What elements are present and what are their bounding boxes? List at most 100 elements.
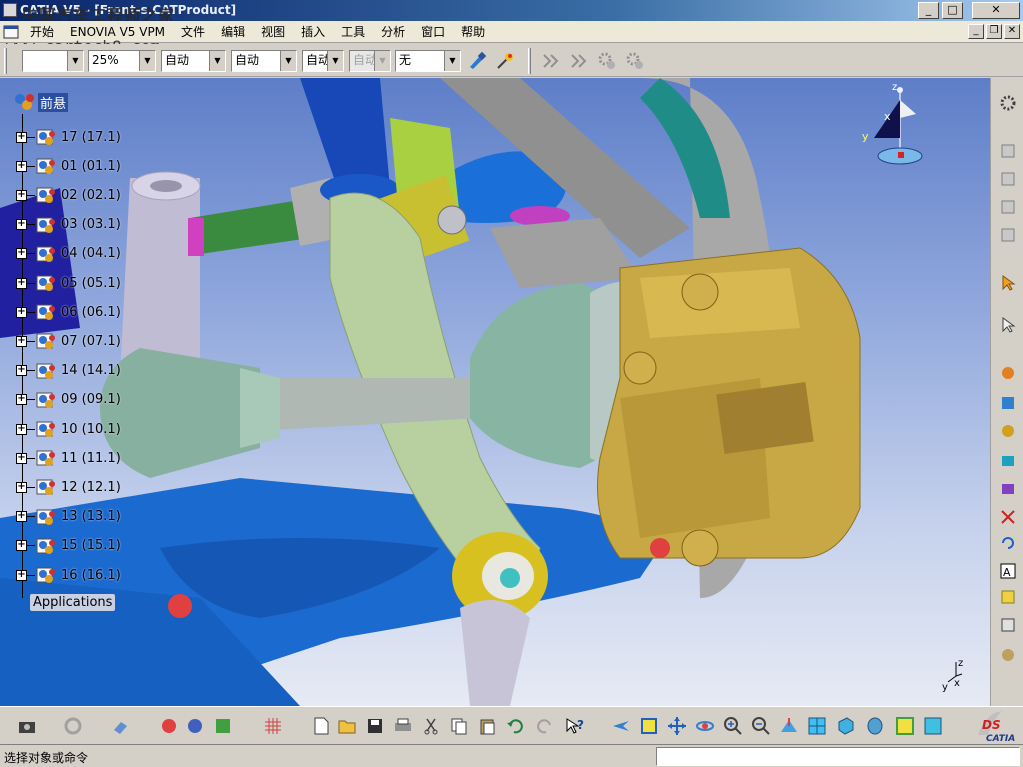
menu-item[interactable]: 编辑 bbox=[213, 24, 253, 40]
new-file-icon[interactable] bbox=[310, 715, 332, 737]
gear-assembly-icon[interactable] bbox=[997, 92, 1019, 114]
sphere-material-icon[interactable] bbox=[184, 715, 206, 737]
fit-all-icon[interactable] bbox=[638, 715, 660, 737]
tree-node[interactable]: +13 (13.1) bbox=[16, 506, 121, 528]
save-icon[interactable] bbox=[364, 715, 386, 737]
menu-item[interactable]: 视图 bbox=[253, 24, 293, 40]
annotation-icon[interactable]: A bbox=[997, 560, 1019, 582]
exploded-view-icon[interactable] bbox=[997, 644, 1019, 666]
tree-node[interactable]: +04 (04.1) bbox=[16, 243, 121, 265]
undo-icon[interactable] bbox=[504, 715, 526, 737]
3d-viewport[interactable]: 前悬 +17 (17.1) +01 (01.1) +02 (02.1) +03 (03… bbox=[0, 78, 990, 706]
expand-plus-icon[interactable]: + bbox=[16, 248, 27, 260]
expand-plus-icon[interactable]: + bbox=[16, 481, 27, 493]
print-icon[interactable] bbox=[392, 715, 414, 737]
whats-this-icon[interactable]: ? bbox=[564, 715, 586, 737]
tree-node[interactable]: +03 (03.1) bbox=[16, 214, 121, 236]
eraser-icon[interactable] bbox=[110, 715, 132, 737]
tree-node[interactable]: +01 (01.1) bbox=[16, 155, 121, 177]
menu-item[interactable]: 分析 bbox=[373, 24, 413, 40]
color-combo[interactable]: ▼ bbox=[22, 50, 84, 72]
minimize-button[interactable]: _ bbox=[918, 2, 939, 19]
multi-view-icon[interactable] bbox=[806, 715, 828, 737]
tree-node[interactable]: +11 (11.1) bbox=[16, 447, 121, 469]
scene-icon[interactable] bbox=[997, 614, 1019, 636]
line-type-combo[interactable]: 自动 ▼ bbox=[231, 50, 297, 72]
compass-icon[interactable]: x y z bbox=[854, 84, 934, 170]
bill-of-material-icon[interactable] bbox=[997, 586, 1019, 608]
tree-node[interactable]: +09 (09.1) bbox=[16, 389, 121, 411]
expand-plus-icon[interactable]: + bbox=[16, 394, 27, 406]
expand-plus-icon[interactable]: + bbox=[16, 569, 27, 581]
rotate-mode-icon[interactable] bbox=[62, 715, 84, 737]
snap-icon[interactable] bbox=[540, 50, 562, 72]
expand-plus-icon[interactable]: + bbox=[16, 335, 27, 347]
expand-plus-icon[interactable]: + bbox=[16, 365, 27, 377]
zoom-out-icon[interactable] bbox=[750, 715, 772, 737]
expand-plus-icon[interactable]: + bbox=[16, 131, 27, 143]
zoom-in-icon[interactable] bbox=[722, 715, 744, 737]
menu-item[interactable]: 插入 bbox=[293, 24, 333, 40]
new-component-icon[interactable] bbox=[997, 224, 1019, 246]
new-part-icon[interactable] bbox=[997, 196, 1019, 218]
rotate-icon[interactable] bbox=[694, 715, 716, 737]
maximize-button[interactable]: □ bbox=[942, 2, 963, 19]
constraint-icon[interactable] bbox=[997, 362, 1019, 384]
mdi-restore-button[interactable]: ❐ bbox=[986, 24, 1002, 39]
shading-icon[interactable] bbox=[864, 715, 886, 737]
fix-icon[interactable] bbox=[997, 506, 1019, 528]
close-button[interactable]: ✕ bbox=[972, 2, 1020, 19]
layer-combo[interactable]: 无 ▼ bbox=[395, 50, 461, 72]
transparency-combo[interactable]: 25% ▼ bbox=[88, 50, 156, 72]
expand-plus-icon[interactable]: + bbox=[16, 511, 27, 523]
manipulation-icon[interactable] bbox=[997, 314, 1019, 336]
suspension-model[interactable] bbox=[0, 78, 990, 706]
expand-plus-icon[interactable]: + bbox=[16, 452, 27, 464]
tree-node[interactable]: +07 (07.1) bbox=[16, 330, 121, 352]
menu-item[interactable]: 工具 bbox=[333, 24, 373, 40]
gear-settings-2-icon[interactable] bbox=[624, 50, 646, 72]
toolbar-grip[interactable] bbox=[4, 48, 7, 74]
existing-component-icon[interactable] bbox=[997, 168, 1019, 190]
expand-plus-icon[interactable]: + bbox=[16, 540, 27, 552]
select-arrow-icon[interactable] bbox=[997, 272, 1019, 294]
tree-node[interactable]: +12 (12.1) bbox=[16, 476, 121, 498]
catia-app-icon[interactable] bbox=[3, 3, 17, 17]
tree-root-product[interactable]: 前悬 bbox=[14, 92, 69, 112]
copy-icon[interactable] bbox=[448, 715, 470, 737]
expand-plus-icon[interactable]: + bbox=[16, 219, 27, 231]
coincidence-icon[interactable] bbox=[997, 392, 1019, 414]
command-input[interactable] bbox=[656, 747, 1020, 766]
camera-icon[interactable] bbox=[16, 715, 38, 737]
paint-brush-icon[interactable] bbox=[466, 50, 488, 72]
cut-icon[interactable] bbox=[420, 715, 442, 737]
magic-wand-icon[interactable] bbox=[494, 50, 516, 72]
fly-mode-icon[interactable] bbox=[610, 715, 632, 737]
tree-node[interactable]: +05 (05.1) bbox=[16, 272, 121, 294]
tree-node[interactable]: +15 (15.1) bbox=[16, 535, 121, 557]
expand-plus-icon[interactable]: + bbox=[16, 306, 27, 318]
toolbar-grip[interactable] bbox=[528, 48, 531, 74]
mdi-minimize-button[interactable]: _ bbox=[968, 24, 984, 39]
mdi-close-button[interactable]: ✕ bbox=[1004, 24, 1020, 39]
tree-node[interactable]: +14 (14.1) bbox=[16, 360, 121, 382]
contact-icon[interactable] bbox=[997, 420, 1019, 442]
expand-plus-icon[interactable]: + bbox=[16, 423, 27, 435]
paste-icon[interactable] bbox=[476, 715, 498, 737]
catalog-icon[interactable] bbox=[997, 140, 1019, 162]
update-icon[interactable] bbox=[997, 532, 1019, 554]
hide-show-icon[interactable] bbox=[894, 715, 916, 737]
apply-material-icon[interactable] bbox=[212, 715, 234, 737]
normal-view-icon[interactable] bbox=[778, 715, 800, 737]
tree-applications[interactable]: Applications bbox=[30, 594, 116, 611]
double-arrow-icon[interactable] bbox=[568, 50, 590, 72]
expand-plus-icon[interactable]: + bbox=[16, 160, 27, 172]
tree-node[interactable]: +16 (16.1) bbox=[16, 564, 121, 586]
expand-plus-icon[interactable]: + bbox=[16, 189, 27, 201]
expand-plus-icon[interactable]: + bbox=[16, 277, 27, 289]
open-folder-icon[interactable] bbox=[336, 715, 358, 737]
menu-item[interactable]: 窗口 bbox=[413, 24, 453, 40]
point-symbol-combo[interactable]: 自动 ▼ bbox=[302, 50, 344, 72]
iso-view-icon[interactable] bbox=[834, 715, 856, 737]
gear-settings-icon[interactable] bbox=[596, 50, 618, 72]
